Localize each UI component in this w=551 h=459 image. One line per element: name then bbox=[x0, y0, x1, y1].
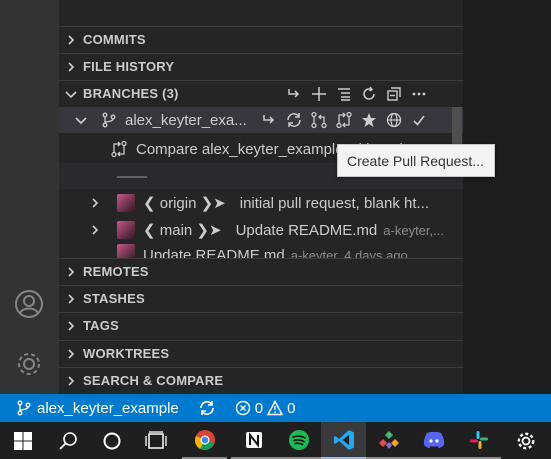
commit-refs: ❮ main ❯➤ bbox=[143, 222, 222, 239]
activity-bar bbox=[0, 0, 59, 394]
error-icon bbox=[235, 400, 251, 416]
spotify-icon[interactable] bbox=[276, 422, 321, 459]
switch-branch-icon[interactable] bbox=[281, 81, 306, 107]
notion-icon[interactable] bbox=[231, 422, 276, 459]
section-label: COMMITS bbox=[83, 32, 146, 47]
sync-icon[interactable] bbox=[198, 394, 216, 422]
section-label: FILE HISTORY bbox=[83, 59, 175, 74]
manage-gear-icon[interactable] bbox=[11, 346, 47, 382]
warning-count: 0 bbox=[287, 399, 296, 417]
status-problems[interactable]: 0 0 bbox=[235, 394, 296, 422]
commit-row[interactable]: ❮ main ❯➤ Update README.md a-keyter,... bbox=[59, 217, 463, 243]
branches-toolbar bbox=[281, 81, 431, 107]
collapse-all-icon[interactable] bbox=[381, 81, 406, 107]
chevron-right-icon[interactable] bbox=[87, 225, 103, 235]
commit-message: Update README.md bbox=[235, 221, 378, 239]
commit-message: initial pull request, blank ht... bbox=[239, 194, 430, 212]
author-avatar bbox=[117, 244, 135, 258]
compare-icon[interactable] bbox=[331, 107, 356, 133]
branch-name: alex_keyter_exa... bbox=[125, 111, 247, 129]
commit-row[interactable]: Update README.md a-keyter, 4 days ago bbox=[59, 244, 463, 258]
compare-icon bbox=[110, 140, 128, 158]
warning-icon bbox=[267, 400, 284, 416]
chevron-right-icon bbox=[59, 375, 83, 386]
task-view-icon[interactable] bbox=[133, 422, 178, 459]
search-icon[interactable] bbox=[45, 422, 90, 459]
more-actions-icon[interactable] bbox=[406, 81, 431, 107]
section-label: STASHES bbox=[83, 291, 145, 306]
cortana-icon[interactable] bbox=[89, 422, 134, 459]
author-avatar bbox=[117, 194, 135, 212]
separator-label: —— bbox=[117, 167, 147, 185]
create-pull-request-icon[interactable] bbox=[306, 107, 331, 133]
commit-refs: ❮ origin ❯➤ bbox=[143, 195, 226, 212]
commit-meta: a-keyter,... bbox=[383, 222, 444, 238]
switch-to-branch-icon[interactable] bbox=[256, 107, 281, 133]
branch-row-actions bbox=[256, 107, 431, 133]
chevron-down-icon[interactable] bbox=[73, 115, 89, 125]
section-label: SEARCH & COMPARE bbox=[83, 373, 224, 388]
account-icon[interactable] bbox=[11, 286, 47, 322]
gitlens-sidebar: COMMITS FILE HISTORY BRANCHES (3) alex_k… bbox=[59, 0, 463, 394]
gitkraken-icon[interactable] bbox=[366, 422, 411, 459]
status-branch[interactable]: alex_keyter_example bbox=[17, 394, 179, 422]
discord-icon[interactable] bbox=[411, 422, 456, 459]
error-count: 0 bbox=[254, 399, 264, 417]
git-branch-icon bbox=[101, 112, 117, 128]
section-file-history[interactable]: FILE HISTORY bbox=[59, 53, 463, 79]
chevron-down-icon bbox=[59, 89, 83, 99]
chevron-right-icon bbox=[59, 266, 83, 277]
windows-taskbar bbox=[0, 422, 551, 459]
chrome-icon[interactable] bbox=[182, 422, 227, 459]
section-search-compare[interactable]: SEARCH & COMPARE bbox=[59, 367, 463, 393]
status-bar: alex_keyter_example 0 0 bbox=[0, 394, 551, 422]
commit-row[interactable]: ❮ origin ❯➤ initial pull request, blank … bbox=[59, 190, 463, 216]
section-stashes[interactable]: STASHES bbox=[59, 285, 463, 311]
section-label: REMOTES bbox=[83, 264, 149, 279]
windows-start-icon[interactable] bbox=[0, 422, 45, 459]
chevron-right-icon bbox=[59, 320, 83, 331]
slack-icon[interactable] bbox=[456, 422, 501, 459]
star-icon[interactable] bbox=[356, 107, 381, 133]
vscode-icon[interactable] bbox=[321, 422, 366, 459]
settings-icon[interactable] bbox=[503, 422, 548, 459]
sync-icon[interactable] bbox=[281, 107, 306, 133]
git-branch-icon bbox=[17, 400, 31, 416]
section-label: WORKTREES bbox=[83, 346, 170, 361]
editor-area bbox=[463, 0, 551, 394]
commit-message: Update README.md bbox=[143, 247, 285, 258]
chevron-right-icon[interactable] bbox=[87, 198, 103, 208]
section-commits[interactable]: COMMITS bbox=[59, 26, 463, 52]
branch-row-current[interactable]: alex_keyter_exa... bbox=[59, 107, 463, 133]
chevron-right-icon bbox=[59, 348, 83, 359]
section-tags[interactable]: TAGS bbox=[59, 312, 463, 338]
section-branches[interactable]: BRANCHES (3) bbox=[59, 80, 463, 106]
author-avatar bbox=[117, 221, 135, 239]
list-view-icon[interactable] bbox=[331, 81, 356, 107]
commit-meta: a-keyter, 4 days ago bbox=[290, 248, 408, 258]
chevron-right-icon bbox=[59, 34, 83, 45]
refresh-icon[interactable] bbox=[356, 81, 381, 107]
section-remotes[interactable]: REMOTES bbox=[59, 258, 463, 284]
tooltip-text: Create Pull Request... bbox=[347, 152, 484, 169]
tooltip: Create Pull Request... bbox=[337, 144, 495, 177]
section-worktrees[interactable]: WORKTREES bbox=[59, 340, 463, 366]
status-branch-label: alex_keyter_example bbox=[37, 399, 179, 417]
chevron-right-icon bbox=[59, 293, 83, 304]
checkmark-icon bbox=[406, 107, 431, 133]
section-label: BRANCHES (3) bbox=[83, 86, 179, 101]
globe-icon[interactable] bbox=[381, 107, 406, 133]
scrollbar-thumb[interactable] bbox=[452, 107, 462, 147]
add-icon[interactable] bbox=[306, 81, 331, 107]
section-label: TAGS bbox=[83, 318, 119, 333]
chevron-right-icon bbox=[59, 61, 83, 72]
